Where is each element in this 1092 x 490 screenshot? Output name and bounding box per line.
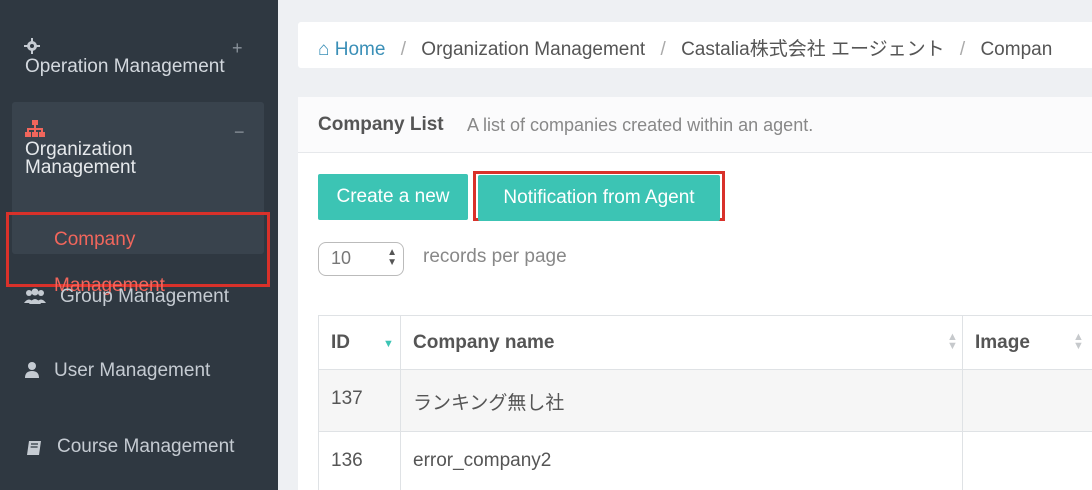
breadcrumb-item[interactable]: Organization Management — [421, 39, 645, 60]
cell-company-name: ランキング無し社 — [401, 370, 963, 432]
column-header-id[interactable]: ID ▼ — [319, 316, 401, 370]
column-header-company-name[interactable]: Company name ▲ ▼ — [401, 316, 963, 370]
sidebar-item-company-management[interactable]: Company Management — [6, 212, 270, 296]
home-icon: ⌂ — [318, 39, 330, 60]
sitemap-icon — [25, 120, 45, 137]
cell-image — [963, 432, 1092, 490]
panel-description: A list of companies created within an ag… — [467, 115, 814, 135]
table-row[interactable]: 137 ランキング無し社 — [319, 370, 1092, 432]
cell-id: 137 — [319, 370, 401, 432]
sidebar-item-label: Operation Management — [25, 56, 225, 77]
company-list-panel: Company List A list of companies created… — [298, 97, 1092, 490]
cell-company-name: error_company2 — [401, 432, 963, 490]
records-per-page-label: records per page — [423, 246, 567, 267]
create-new-button[interactable]: Create a new — [318, 174, 468, 220]
breadcrumb-separator: / — [959, 39, 966, 60]
select-arrows-icon: ▲ ▼ — [387, 247, 397, 268]
sidebar-item-group-management[interactable]: Group Management — [0, 282, 278, 314]
sidebar: + Operation Management − Organization Ma… — [0, 0, 278, 490]
table-row[interactable]: 136 error_company2 — [319, 432, 1092, 490]
sidebar-item-user-management[interactable]: User Management — [0, 356, 278, 388]
breadcrumb-home-link[interactable]: ⌂ Home — [318, 39, 391, 60]
table-header: ID ▼ Company name ▲ ▼ Image ▲ ▼ — [319, 316, 1092, 370]
sidebar-item-label: User Management — [54, 360, 211, 381]
book-icon — [27, 441, 41, 455]
sidebar-item-course-management[interactable]: Course Management — [0, 432, 278, 464]
sidebar-item-label: Group Management — [60, 286, 229, 307]
sidebar-item-operation-management[interactable]: + Operation Management — [0, 20, 278, 90]
company-table: ID ▼ Company name ▲ ▼ Image ▲ ▼ 137 ランキング無… — [318, 315, 1092, 490]
breadcrumb: ⌂ Home / Organization Management / Casta… — [298, 22, 1092, 68]
sort-icon: ▲ ▼ — [1073, 331, 1084, 352]
users-icon — [24, 288, 46, 304]
panel-title: Company List — [318, 114, 444, 135]
notification-from-agent-button[interactable]: Notification from Agent — [478, 175, 720, 221]
breadcrumb-separator: / — [400, 39, 407, 60]
records-per-page-select[interactable]: 10 ▲ ▼ — [318, 242, 404, 276]
breadcrumb-item-current: Compan — [980, 39, 1053, 60]
user-icon — [25, 362, 39, 378]
sidebar-item-label: Course Management — [57, 436, 235, 457]
notify-highlight: Notification from Agent — [473, 171, 725, 221]
gear-icon — [24, 38, 40, 54]
panel-header: Company List A list of companies created… — [298, 97, 1092, 153]
breadcrumb-item[interactable]: Castalia株式会社 エージェント — [681, 39, 945, 60]
collapse-minus-icon[interactable]: − — [234, 122, 245, 143]
cell-image — [963, 370, 1092, 432]
expand-plus-icon[interactable]: + — [232, 38, 243, 59]
sort-icon: ▲ ▼ — [947, 331, 958, 352]
sort-desc-icon: ▼ — [383, 338, 394, 350]
sidebar-item-label: Organization Management — [25, 139, 136, 178]
cell-id: 136 — [319, 432, 401, 490]
column-header-image[interactable]: Image ▲ ▼ — [963, 316, 1092, 370]
breadcrumb-separator: / — [660, 39, 666, 60]
